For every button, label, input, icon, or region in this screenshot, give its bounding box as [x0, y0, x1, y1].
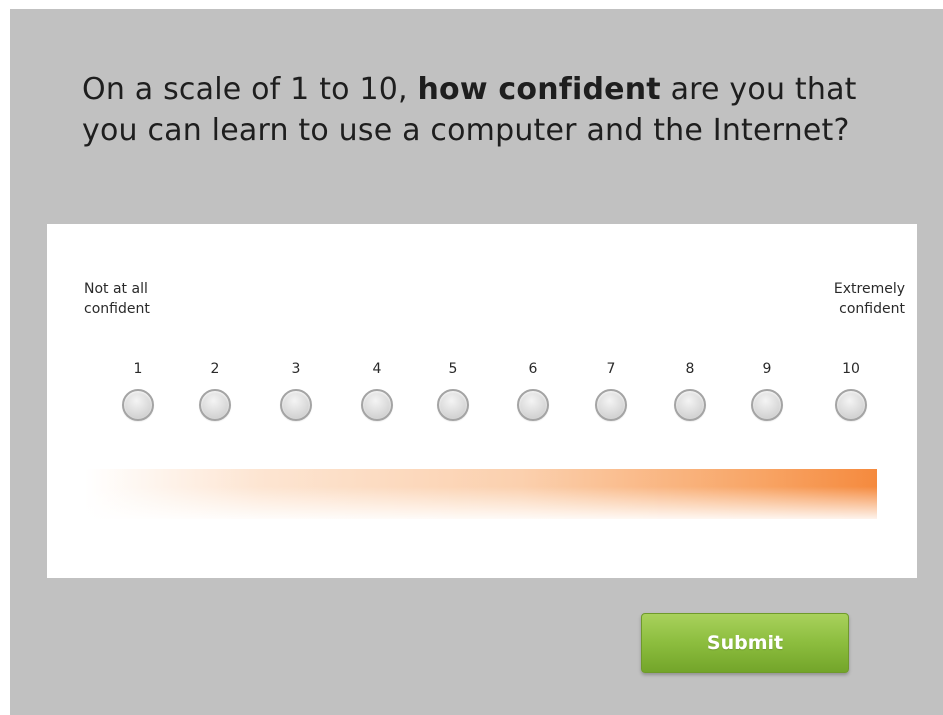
rating-number: 1 [133, 361, 143, 377]
rating-number: 6 [528, 361, 538, 377]
question-text: On a scale of 1 to 10, how confident are… [82, 69, 882, 151]
radio-button[interactable] [199, 389, 231, 421]
right-anchor-line-2: confident [839, 301, 905, 317]
rating-option-5[interactable]: 5 [433, 359, 473, 421]
rating-option-8[interactable]: 8 [670, 359, 710, 421]
rating-number: 4 [372, 361, 382, 377]
radio-button[interactable] [280, 389, 312, 421]
radio-button[interactable] [437, 389, 469, 421]
right-anchor-line-1: Extremely [833, 281, 905, 297]
radio-button[interactable] [122, 389, 154, 421]
rating-number: 2 [210, 361, 220, 377]
radio-button[interactable] [595, 389, 627, 421]
rating-scale-panel: Not at all confident Extremely confident… [47, 224, 917, 578]
rating-option-1[interactable]: 1 [118, 359, 158, 421]
rating-number: 7 [606, 361, 616, 377]
rating-option-2[interactable]: 2 [195, 359, 235, 421]
rating-number: 9 [762, 361, 772, 377]
rating-option-3[interactable]: 3 [276, 359, 316, 421]
left-anchor-line-1: Not at all [84, 281, 148, 297]
right-anchor-label: Extremely confident [834, 279, 905, 319]
rating-number: 5 [448, 361, 458, 377]
question-emphasis: how confident [417, 72, 661, 107]
radio-button[interactable] [835, 389, 867, 421]
survey-screen: On a scale of 1 to 10, how confident are… [10, 9, 943, 715]
radio-button[interactable] [674, 389, 706, 421]
rating-number: 3 [291, 361, 301, 377]
radio-button[interactable] [361, 389, 393, 421]
intensity-gradient-bar [85, 469, 877, 519]
left-anchor-label: Not at all confident [84, 279, 150, 319]
left-anchor-line-2: confident [84, 301, 150, 317]
radio-button[interactable] [751, 389, 783, 421]
rating-option-6[interactable]: 6 [513, 359, 553, 421]
radio-button[interactable] [517, 389, 549, 421]
rating-options: 1 2 3 4 5 6 7 8 9 10 [47, 359, 917, 439]
question-part-1: On a scale of 1 to 10, [82, 72, 418, 107]
rating-option-4[interactable]: 4 [357, 359, 397, 421]
rating-number: 8 [685, 361, 695, 377]
rating-option-7[interactable]: 7 [591, 359, 631, 421]
rating-option-9[interactable]: 9 [747, 359, 787, 421]
rating-option-10[interactable]: 10 [831, 359, 871, 421]
rating-number: 10 [842, 361, 860, 377]
submit-button[interactable]: Submit [641, 613, 849, 673]
